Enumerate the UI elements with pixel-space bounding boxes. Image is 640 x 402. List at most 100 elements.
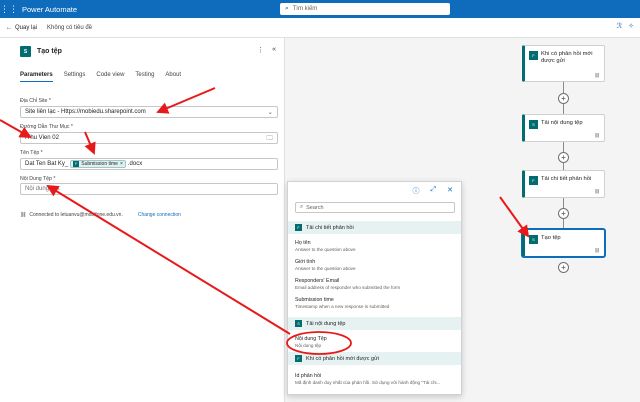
app-title[interactable]: Power Automate xyxy=(22,5,77,14)
tab-testing[interactable]: Testing xyxy=(135,72,154,82)
connection-info: ⛓ Connected to letuanvu@mobifone.edu.vn.… xyxy=(20,212,181,218)
info-icon[interactable]: ⓘ xyxy=(413,186,420,196)
folder-icon[interactable]: 🗀 xyxy=(267,134,274,145)
global-search-input[interactable]: ⌕ Tìm kiếm xyxy=(280,3,450,15)
item-desc: Timestamp when a new response is submitt… xyxy=(295,304,390,309)
section-file-content[interactable]: S Tải nội dung tệp xyxy=(288,317,461,330)
token-remove-icon[interactable]: × xyxy=(120,161,123,167)
item-desc: Nội dung tệp xyxy=(295,343,322,348)
flow-card-trigger[interactable]: F Khi có phản hồi mới được gửi ⛓ xyxy=(522,45,605,82)
link-icon: ⛓ xyxy=(594,248,600,253)
item-title: Responders' Email xyxy=(295,278,340,284)
add-step-button[interactable]: + xyxy=(558,93,569,104)
list-item-gioi-tinh[interactable]: Giới tính Answer to the question above xyxy=(295,259,460,271)
panel-controls: ⋮ « xyxy=(257,46,276,54)
search-icon: ⌕ xyxy=(285,5,289,12)
item-desc: Mã định danh duy nhất của phản hồi. Sử d… xyxy=(295,380,441,385)
submission-time-token[interactable]: F Submission time × xyxy=(70,160,126,168)
collapse-panel-icon[interactable]: « xyxy=(272,46,276,54)
popup-controls: ⓘ ⤢ ✕ xyxy=(413,186,453,196)
link-icon: ⛓ xyxy=(20,212,27,218)
add-step-button[interactable]: + xyxy=(558,262,569,273)
chevron-down-icon: ⌄ xyxy=(267,109,273,116)
forms-icon: F xyxy=(73,161,80,167)
tab-settings[interactable]: Settings xyxy=(64,72,86,82)
section-title: Tải nội dung tệp xyxy=(306,320,346,327)
close-icon[interactable]: ✕ xyxy=(447,186,453,196)
tab-about[interactable]: About xyxy=(165,72,181,82)
checker-icon[interactable]: ℛ xyxy=(617,22,623,30)
item-title: Giới tính xyxy=(295,259,316,265)
file-content-label: Nội Dung Tệp * xyxy=(20,176,56,182)
site-address-label: Địa Chỉ Site * xyxy=(20,98,51,104)
section-new-response[interactable]: F Khi có phản hồi mới được gửi xyxy=(288,352,461,365)
item-desc: Email address of responder who submitted… xyxy=(295,285,401,290)
flow-card-get-response-details[interactable]: F Tải chi tiết phản hồi ⛓ xyxy=(522,170,605,198)
file-name-prefix: Dat Ten Bat Ky_ xyxy=(25,161,69,167)
add-step-button[interactable]: + xyxy=(558,208,569,219)
item-desc: Answer to the question above xyxy=(295,266,356,271)
file-name-input[interactable]: Dat Ten Bat Ky_ F Submission time × .doc… xyxy=(20,158,278,170)
forms-icon: F xyxy=(529,176,538,185)
token-label: Submission time xyxy=(81,161,118,167)
list-item-submission-time[interactable]: Submission time Timestamp when a new res… xyxy=(295,297,460,309)
card-name: Tạo tệp xyxy=(541,235,561,241)
dynamic-content-search[interactable]: ⌕ Search xyxy=(295,202,455,213)
action-title[interactable]: Tạo tệp xyxy=(37,48,62,55)
panel-header: S Tạo tệp xyxy=(20,46,62,57)
panel-tabs: Parameters Settings Code view Testing Ab… xyxy=(20,72,181,82)
link-icon: ⛓ xyxy=(594,133,600,138)
list-item-ho-ten[interactable]: Họ tên Answer to the question above xyxy=(295,240,460,252)
sharepoint-icon: S xyxy=(529,120,538,129)
search-placeholder: Search xyxy=(306,204,324,211)
card-name: Tải nội dung tệp xyxy=(541,120,583,126)
section-title: Tải chi tiết phản hồi xyxy=(306,224,354,231)
dynamic-content-popup: ⓘ ⤢ ✕ ⌕ Search F Tải chi tiết phản hồi H… xyxy=(287,181,462,395)
item-title: Nội dung Tệp xyxy=(295,336,327,342)
item-title: Id phản hồi xyxy=(295,373,322,379)
forms-icon: F xyxy=(295,355,302,362)
change-connection-link[interactable]: Change connection xyxy=(138,212,181,218)
expand-icon[interactable]: ⤢ xyxy=(431,186,437,196)
item-title: Submission time xyxy=(295,297,334,303)
site-address-value: Site liên lạc - Https://mobiedu.sharepoi… xyxy=(25,109,146,115)
forms-icon: F xyxy=(295,224,302,231)
arrow-left-icon: ← xyxy=(6,24,12,31)
sharepoint-icon: S xyxy=(20,46,31,57)
search-icon: ⌕ xyxy=(300,204,304,210)
site-address-dropdown[interactable]: Site liên lạc - Https://mobiedu.sharepoi… xyxy=(20,106,278,118)
tab-code-view[interactable]: Code view xyxy=(96,72,124,82)
connected-text: Connected to letuanvu@mobifone.edu.vn. xyxy=(29,212,123,218)
flow-card-create-file[interactable]: S Tạo tệp ⛓ xyxy=(522,229,605,257)
back-button[interactable]: ← Quay lại xyxy=(6,25,37,31)
file-name-label: Tên Tệp * xyxy=(20,150,43,156)
card-name: Tải chi tiết phản hồi xyxy=(541,176,592,182)
add-step-button[interactable]: + xyxy=(558,152,569,163)
flow-card-get-file-content[interactable]: S Tải nội dung tệp ⛓ xyxy=(522,114,605,142)
flow-name[interactable]: Không có tiêu đề xyxy=(47,25,92,31)
app-launcher-icon[interactable]: ⋮⋮ xyxy=(0,0,18,18)
file-content-value: Nội dung tệp: xyxy=(25,186,61,192)
assistant-icon[interactable]: ✧ xyxy=(628,22,634,30)
list-item-responders-email[interactable]: Responders' Email Email address of respo… xyxy=(295,278,460,290)
back-label: Quay lại xyxy=(15,24,38,31)
list-item-noi-dung-tep[interactable]: Nội dung Tệp Nội dung tệp xyxy=(295,336,460,348)
tab-parameters[interactable]: Parameters xyxy=(20,72,53,82)
command-bar: ← Quay lại Không có tiêu đề ℛ ✧ xyxy=(0,18,640,38)
top-bar: ⋮⋮ Power Automate ⌕ Tìm kiếm xyxy=(0,0,640,18)
section-title: Khi có phản hồi mới được gửi xyxy=(306,355,379,362)
list-item-response-id[interactable]: Id phản hồi Mã định danh duy nhất của ph… xyxy=(295,373,460,385)
folder-path-value: /Thu Vien 02 xyxy=(25,135,59,141)
action-config-panel: S Tạo tệp ⋮ « Parameters Settings Code v… xyxy=(0,38,285,402)
item-desc: Answer to the question above xyxy=(295,247,356,252)
folder-path-label: Đường Dẫn Thư Mục * xyxy=(20,124,73,130)
card-name: Khi có phản hồi mới được gửi xyxy=(541,51,593,64)
more-options-icon[interactable]: ⋮ xyxy=(257,46,264,54)
file-content-input[interactable]: Nội dung tệp: xyxy=(20,183,278,195)
command-icons: ℛ ✧ xyxy=(617,22,634,30)
section-response-details[interactable]: F Tải chi tiết phản hồi xyxy=(288,221,461,234)
item-title: Họ tên xyxy=(295,240,311,246)
sharepoint-icon: S xyxy=(529,235,538,244)
folder-path-input[interactable]: /Thu Vien 02 🗀 xyxy=(20,132,278,144)
search-placeholder: Tìm kiếm xyxy=(292,6,318,12)
